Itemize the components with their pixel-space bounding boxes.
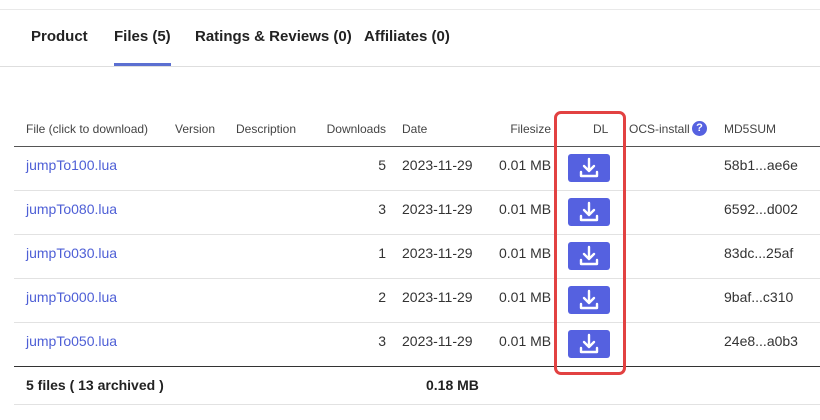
file-size: 0.01 MB [499,333,552,349]
header-divider [14,146,820,147]
file-date: 2023-11-29 [402,245,473,261]
header-ocs-install: OCS-install [629,122,690,136]
download-icon [579,289,599,310]
header-md5sum: MD5SUM [724,122,777,136]
file-size: 0.01 MB [499,289,552,305]
md5sum: 83dc...25af [724,245,794,261]
md5sum: 6592...d002 [724,201,798,217]
row-divider [14,322,820,323]
footer-divider [14,366,820,367]
download-icon [579,333,599,354]
download-icon [579,245,599,266]
tab-bar: Product Files (5) Ratings & Reviews (0) … [0,10,820,67]
file-size: 0.01 MB [499,245,552,261]
file-date: 2023-11-29 [402,157,473,173]
file-date: 2023-11-29 [402,201,473,217]
download-button[interactable] [568,330,610,358]
downloads-count: 3 [378,201,386,217]
file-link[interactable]: jumpTo100.lua [26,157,117,173]
download-icon [579,157,599,178]
file-size: 0.01 MB [499,201,552,217]
total-size: 0.18 MB [426,377,479,393]
bottom-divider [14,404,820,405]
file-link[interactable]: jumpTo030.lua [26,245,117,261]
download-icon [579,201,599,222]
md5sum: 58b1...ae6e [724,157,798,173]
md5sum: 9baf...c310 [724,289,794,305]
header-file[interactable]: File (click to download) [26,122,148,136]
download-button[interactable] [568,154,610,182]
question-circle-icon[interactable]: ? [692,121,707,136]
header-dl: DL [593,122,609,136]
file-link[interactable]: jumpTo000.lua [26,289,117,305]
downloads-count: 5 [378,157,386,173]
file-link[interactable]: jumpTo050.lua [26,333,117,349]
tab-files[interactable]: Files (5) [114,10,171,66]
md5sum: 24e8...a0b3 [724,333,798,349]
row-divider [14,190,820,191]
tab-product[interactable]: Product [31,10,88,66]
download-button[interactable] [568,286,610,314]
downloads-count: 2 [378,289,386,305]
header-version[interactable]: Version [175,122,215,136]
file-size: 0.01 MB [499,157,552,173]
header-downloads[interactable]: Downloads [312,122,386,136]
tab-affiliates[interactable]: Affiliates (0) [364,10,450,66]
files-summary: 5 files ( 13 archived ) [26,377,164,393]
downloads-count: 3 [378,333,386,349]
row-divider [14,234,820,235]
file-date: 2023-11-29 [402,333,473,349]
download-button[interactable] [568,242,610,270]
tab-ratings-reviews[interactable]: Ratings & Reviews (0) [195,10,352,66]
file-link[interactable]: jumpTo080.lua [26,201,117,217]
header-description[interactable]: Description [236,122,296,136]
header-filesize[interactable]: Filesize [490,122,551,136]
header-date[interactable]: Date [402,122,427,136]
row-divider [14,278,820,279]
downloads-count: 1 [378,245,386,261]
download-button[interactable] [568,198,610,226]
file-date: 2023-11-29 [402,289,473,305]
